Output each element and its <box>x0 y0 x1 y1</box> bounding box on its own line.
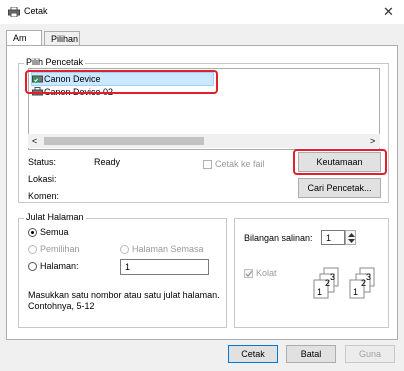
status-value: Ready <box>94 157 121 167</box>
chevron-up-icon[interactable] <box>348 233 355 237</box>
scroll-thumb[interactable] <box>44 137 204 145</box>
radio-current-page-label: Halaman Semasa <box>132 244 204 254</box>
print-button[interactable]: Cetak <box>228 345 278 363</box>
collate-checkbox[interactable] <box>244 269 253 278</box>
radio-selection-label: Pemilihan <box>40 244 80 254</box>
comment-label: Komen: <box>28 191 60 201</box>
radio-pages[interactable] <box>28 262 37 271</box>
selected-printer-highlight <box>25 70 218 94</box>
pages-input[interactable]: 1 <box>120 259 209 275</box>
copies-stepper[interactable] <box>345 230 356 245</box>
radio-all[interactable] <box>28 228 37 237</box>
svg-text:3: 3 <box>366 272 371 282</box>
apply-button[interactable]: Guna <box>345 345 395 363</box>
print-to-file-label: Cetak ke fail <box>215 159 265 169</box>
page-range-legend: Julat Halaman <box>24 212 86 222</box>
svg-text:3: 3 <box>330 272 335 282</box>
svg-text:2: 2 <box>361 278 366 288</box>
chevron-down-icon[interactable] <box>348 239 355 243</box>
printer-icon <box>8 7 20 17</box>
radio-selection[interactable] <box>28 245 37 254</box>
collate-pages-icon: 321 321 <box>313 267 375 299</box>
printer-list-scrollbar[interactable]: < > <box>28 134 380 148</box>
cancel-button[interactable]: Batal <box>286 345 336 363</box>
tab-am[interactable]: Am <box>6 30 42 46</box>
status-label: Status: <box>28 157 57 167</box>
window-title: Cetak <box>24 6 48 16</box>
collate-label: Kolat <box>256 268 277 278</box>
svg-text:2: 2 <box>325 278 330 288</box>
page-range-hint: Masukkan satu nombor atau satu julat hal… <box>28 290 220 311</box>
tab-pilihan[interactable]: Pilihan <box>44 31 80 46</box>
close-icon[interactable]: ✕ <box>383 4 394 20</box>
copies-input[interactable]: 1 <box>321 230 345 245</box>
radio-all-label: Semua <box>40 227 69 237</box>
radio-pages-label: Halaman: <box>40 261 79 271</box>
print-to-file-checkbox[interactable] <box>203 160 212 169</box>
checkmark-icon <box>245 270 253 277</box>
title-bar: Cetak ✕ <box>0 0 404 24</box>
scroll-right-arrow[interactable]: > <box>370 136 375 146</box>
preferences-button[interactable]: Keutamaan <box>298 152 381 172</box>
svg-text:1: 1 <box>353 287 358 297</box>
location-label: Lokasi: <box>28 174 57 184</box>
svg-text:1: 1 <box>317 287 322 297</box>
scroll-left-arrow[interactable]: < <box>32 136 37 146</box>
copies-label: Bilangan salinan: <box>244 233 313 243</box>
printer-group-legend: Pilih Pencetak <box>24 57 86 67</box>
find-printer-button[interactable]: Cari Pencetak... <box>298 178 381 198</box>
radio-current-page[interactable] <box>120 245 129 254</box>
